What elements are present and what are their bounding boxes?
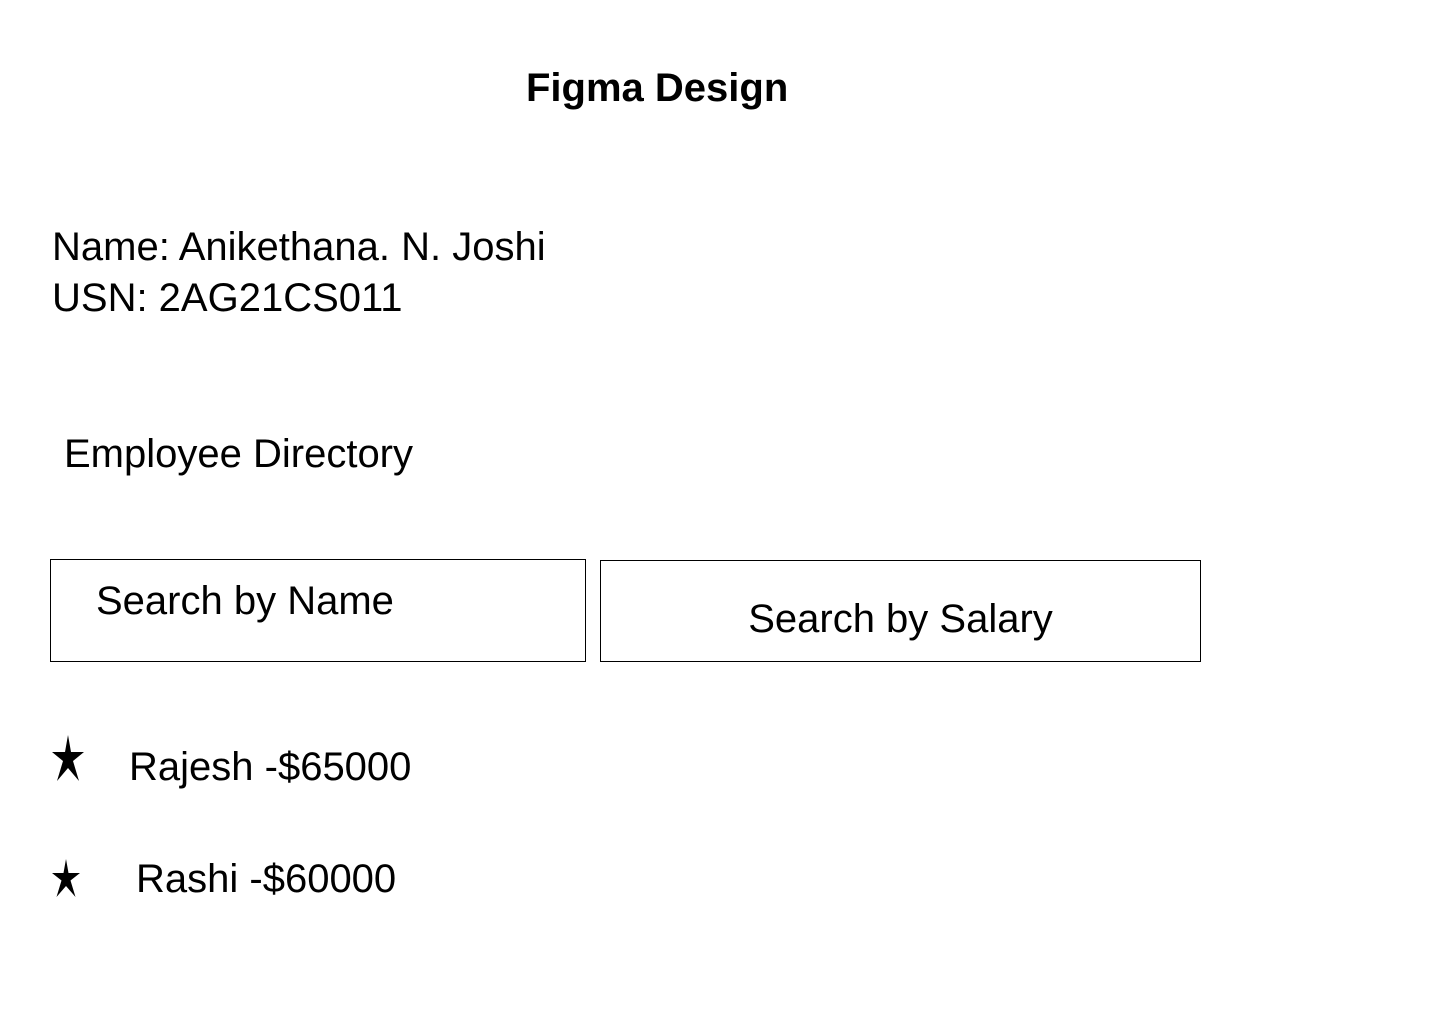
employee-label: Rajesh -$65000 <box>129 745 412 789</box>
search-by-salary-input[interactable] <box>600 560 1201 662</box>
search-by-name-input[interactable] <box>50 559 586 662</box>
employee-label: Rashi -$60000 <box>136 857 397 901</box>
student-name: Name: Anikethana. N. Joshi <box>52 225 546 269</box>
star-icon <box>52 735 84 781</box>
student-info: Name: Anikethana. N. Joshi USN: 2AG21CS0… <box>52 222 546 324</box>
student-usn: USN: 2AG21CS011 <box>52 276 403 320</box>
page-title: Figma Design <box>526 66 789 110</box>
star-icon <box>52 859 80 897</box>
directory-heading: Employee Directory <box>64 432 414 476</box>
